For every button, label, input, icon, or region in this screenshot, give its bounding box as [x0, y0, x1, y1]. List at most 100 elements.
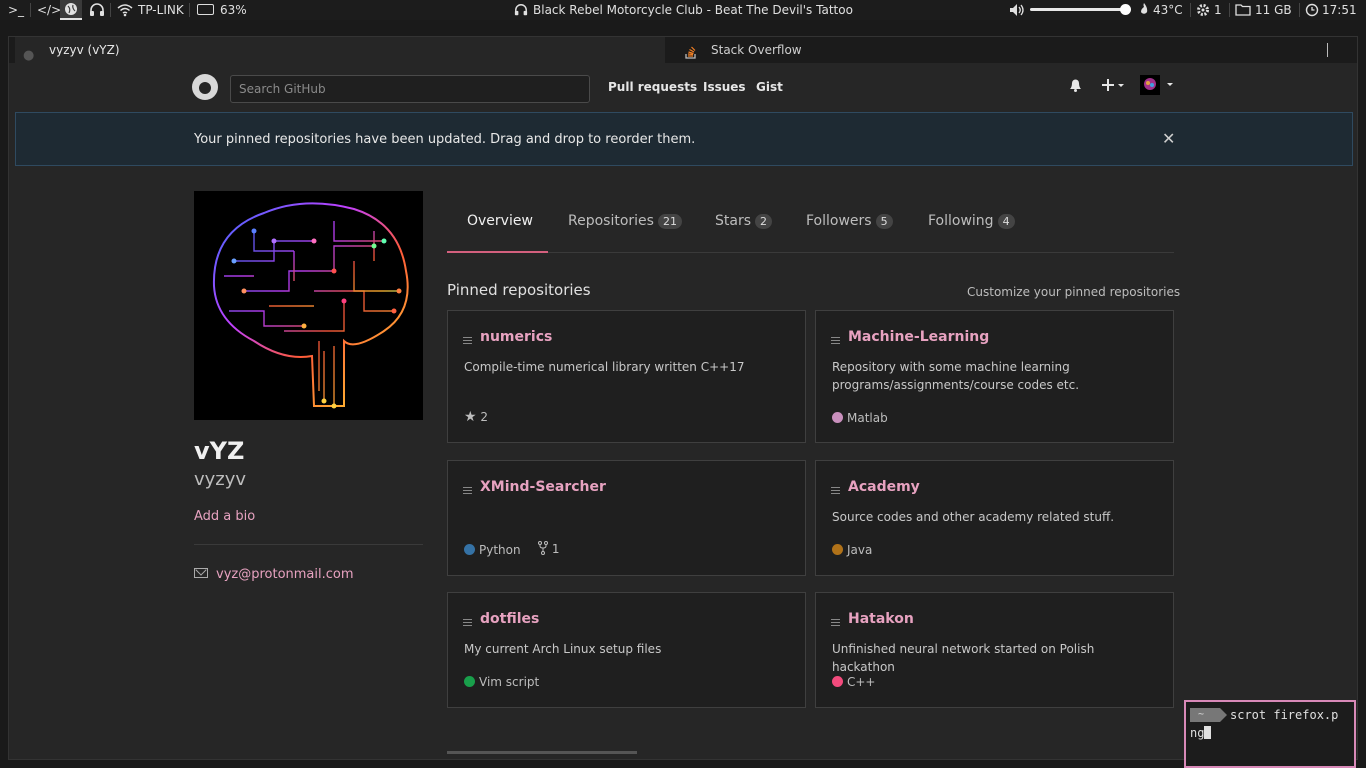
tab-label: vyzyv (vYZ)	[49, 43, 120, 57]
wifi-icon[interactable]	[117, 0, 133, 20]
flash-message: Your pinned repositories have been updat…	[194, 132, 696, 147]
temperature-flame-icon	[1138, 0, 1150, 20]
tab-label: Stack Overflow	[711, 43, 802, 57]
github-header: Search GitHub Pull requests Issues Gist	[9, 63, 1357, 111]
drag-handle-icon[interactable]	[463, 619, 472, 626]
repo-card-dotfiles: dotfiles My current Arch Linux setup fil…	[447, 592, 806, 708]
customize-pinned-link[interactable]: Customize your pinned repositories	[967, 285, 1180, 299]
terminal-command: scrot firefox.p	[1230, 708, 1339, 722]
volume-icon[interactable]	[1009, 0, 1025, 20]
nav-issues[interactable]: Issues	[703, 80, 746, 94]
language-color-dot	[464, 544, 475, 555]
tab-overview[interactable]: Overview	[467, 213, 533, 229]
repo-name[interactable]: Hatakon	[848, 611, 914, 627]
profile-avatar[interactable]	[194, 191, 423, 420]
user-avatar-menu[interactable]	[1140, 75, 1176, 101]
tab-count-badge: 5	[875, 214, 893, 229]
repo-name[interactable]: Machine-Learning	[848, 329, 989, 345]
code-editor-icon[interactable]: </>	[37, 0, 61, 20]
repo-name[interactable]: numerics	[480, 329, 552, 345]
tab-repositories[interactable]: Repositories 21	[568, 213, 682, 229]
language-name: Java	[847, 543, 873, 557]
tab-followers[interactable]: Followers 5	[806, 213, 893, 229]
clock-icon	[1305, 0, 1319, 20]
repo-name[interactable]: dotfiles	[480, 611, 539, 627]
add-bio-link[interactable]: Add a bio	[194, 509, 255, 524]
wifi-name: TP-LINK	[138, 3, 184, 17]
battery-icon	[197, 4, 214, 15]
repo-language: Vim script	[464, 675, 539, 689]
fork-count: 1	[551, 542, 560, 556]
repo-description: Source codes and other academy related s…	[832, 510, 1115, 524]
nav-gist[interactable]: Gist	[756, 80, 783, 94]
cpu-temperature: 43°C	[1153, 3, 1183, 17]
repo-description: Unfinished neural network started on Pol…	[832, 642, 1095, 674]
now-playing-headphones-icon	[514, 0, 528, 20]
language-name: Python	[479, 543, 521, 557]
tab-label: Following	[928, 213, 994, 229]
tab-following[interactable]: Following 4	[928, 213, 1015, 229]
tab-label: Stars	[715, 213, 752, 229]
separator	[1299, 3, 1300, 17]
repo-card-hatakon: Hatakon Unfinished neural network starte…	[815, 592, 1174, 708]
repo-card-academy: Academy Source codes and other academy r…	[815, 460, 1174, 576]
fork-icon	[538, 541, 548, 555]
browser-window: ● vyzyv (vYZ) Stack Overflow Search GitH…	[8, 36, 1358, 760]
music-headphones-icon[interactable]	[89, 0, 105, 20]
repo-description: Compile-time numerical library written C…	[464, 360, 745, 374]
star-count: 2	[480, 410, 489, 424]
tab-separator	[1327, 43, 1328, 57]
disk-free: 11 GB	[1255, 3, 1292, 17]
star-icon: ★	[464, 409, 477, 425]
drag-handle-icon[interactable]	[463, 487, 472, 494]
pinned-repositories-heading: Pinned repositories	[447, 281, 591, 299]
repo-name[interactable]: Academy	[848, 479, 920, 495]
repo-name[interactable]: XMind-Searcher	[480, 479, 606, 495]
language-color-dot	[832, 412, 843, 423]
notifications-bell-icon[interactable]	[1068, 77, 1083, 97]
repo-stars[interactable]: ★ 2	[464, 409, 488, 425]
terminal-command-continued: ng	[1190, 726, 1205, 740]
drag-handle-icon[interactable]	[831, 619, 840, 626]
drag-handle-icon[interactable]	[463, 337, 472, 344]
repo-card-xmind-searcher: XMind-Searcher Python 1	[447, 460, 806, 576]
create-new-plus-icon[interactable]	[1101, 77, 1127, 97]
tab-strip: ● vyzyv (vYZ) Stack Overflow	[9, 37, 1357, 63]
repo-language: Java	[832, 543, 872, 557]
profile-login: vyzyv	[194, 469, 247, 490]
language-color-dot	[832, 676, 843, 687]
divider	[194, 544, 423, 545]
now-playing-track[interactable]: Black Rebel Motorcycle Club - Beat The D…	[533, 0, 853, 20]
tab-stars[interactable]: Stars 2	[715, 213, 773, 229]
profile-email[interactable]: vyz@protonmail.com	[216, 567, 354, 582]
battery-level: 63%	[220, 3, 247, 17]
terminal-command-wrap: ng	[1190, 726, 1212, 740]
github-logo-icon[interactable]	[192, 74, 218, 100]
drag-handle-icon[interactable]	[831, 487, 840, 494]
browser-globe-icon[interactable]	[60, 0, 82, 20]
system-top-bar: >_ </> TP-LINK 63% Black Rebel Motorcycl…	[0, 0, 1366, 20]
repo-description: Repository with some machine learning pr…	[832, 360, 1080, 392]
contributions-heading-partial	[447, 748, 1174, 754]
terminal-window[interactable]: ~ scrot firefox.p ng	[1184, 700, 1356, 768]
separator	[189, 3, 190, 17]
terminal-prompt: ~	[1190, 708, 1227, 722]
terminal-launcher-icon[interactable]: >_	[8, 0, 24, 20]
language-name: C++	[847, 675, 876, 689]
volume-slider[interactable]	[1030, 8, 1126, 11]
flash-notice: Your pinned repositories have been updat…	[15, 112, 1353, 166]
active-tab-underline	[447, 251, 548, 253]
volume-slider-knob[interactable]	[1120, 4, 1131, 15]
browser-tab-stackoverflow[interactable]: Stack Overflow	[677, 37, 1327, 63]
terminal-cursor	[1204, 726, 1212, 739]
search-input[interactable]: Search GitHub	[230, 75, 590, 103]
tabs-divider	[447, 252, 1174, 253]
drag-handle-icon[interactable]	[831, 337, 840, 344]
repo-card-machine-learning: Machine-Learning Repository with some ma…	[815, 310, 1174, 443]
nav-pull-requests[interactable]: Pull requests	[608, 80, 697, 94]
close-icon[interactable]: ✕	[1162, 129, 1175, 148]
repo-forks[interactable]: 1	[538, 541, 559, 556]
browser-tab-github[interactable]: ● vyzyv (vYZ)	[15, 37, 665, 63]
tab-count-badge: 21	[657, 214, 682, 229]
separator	[110, 3, 111, 17]
